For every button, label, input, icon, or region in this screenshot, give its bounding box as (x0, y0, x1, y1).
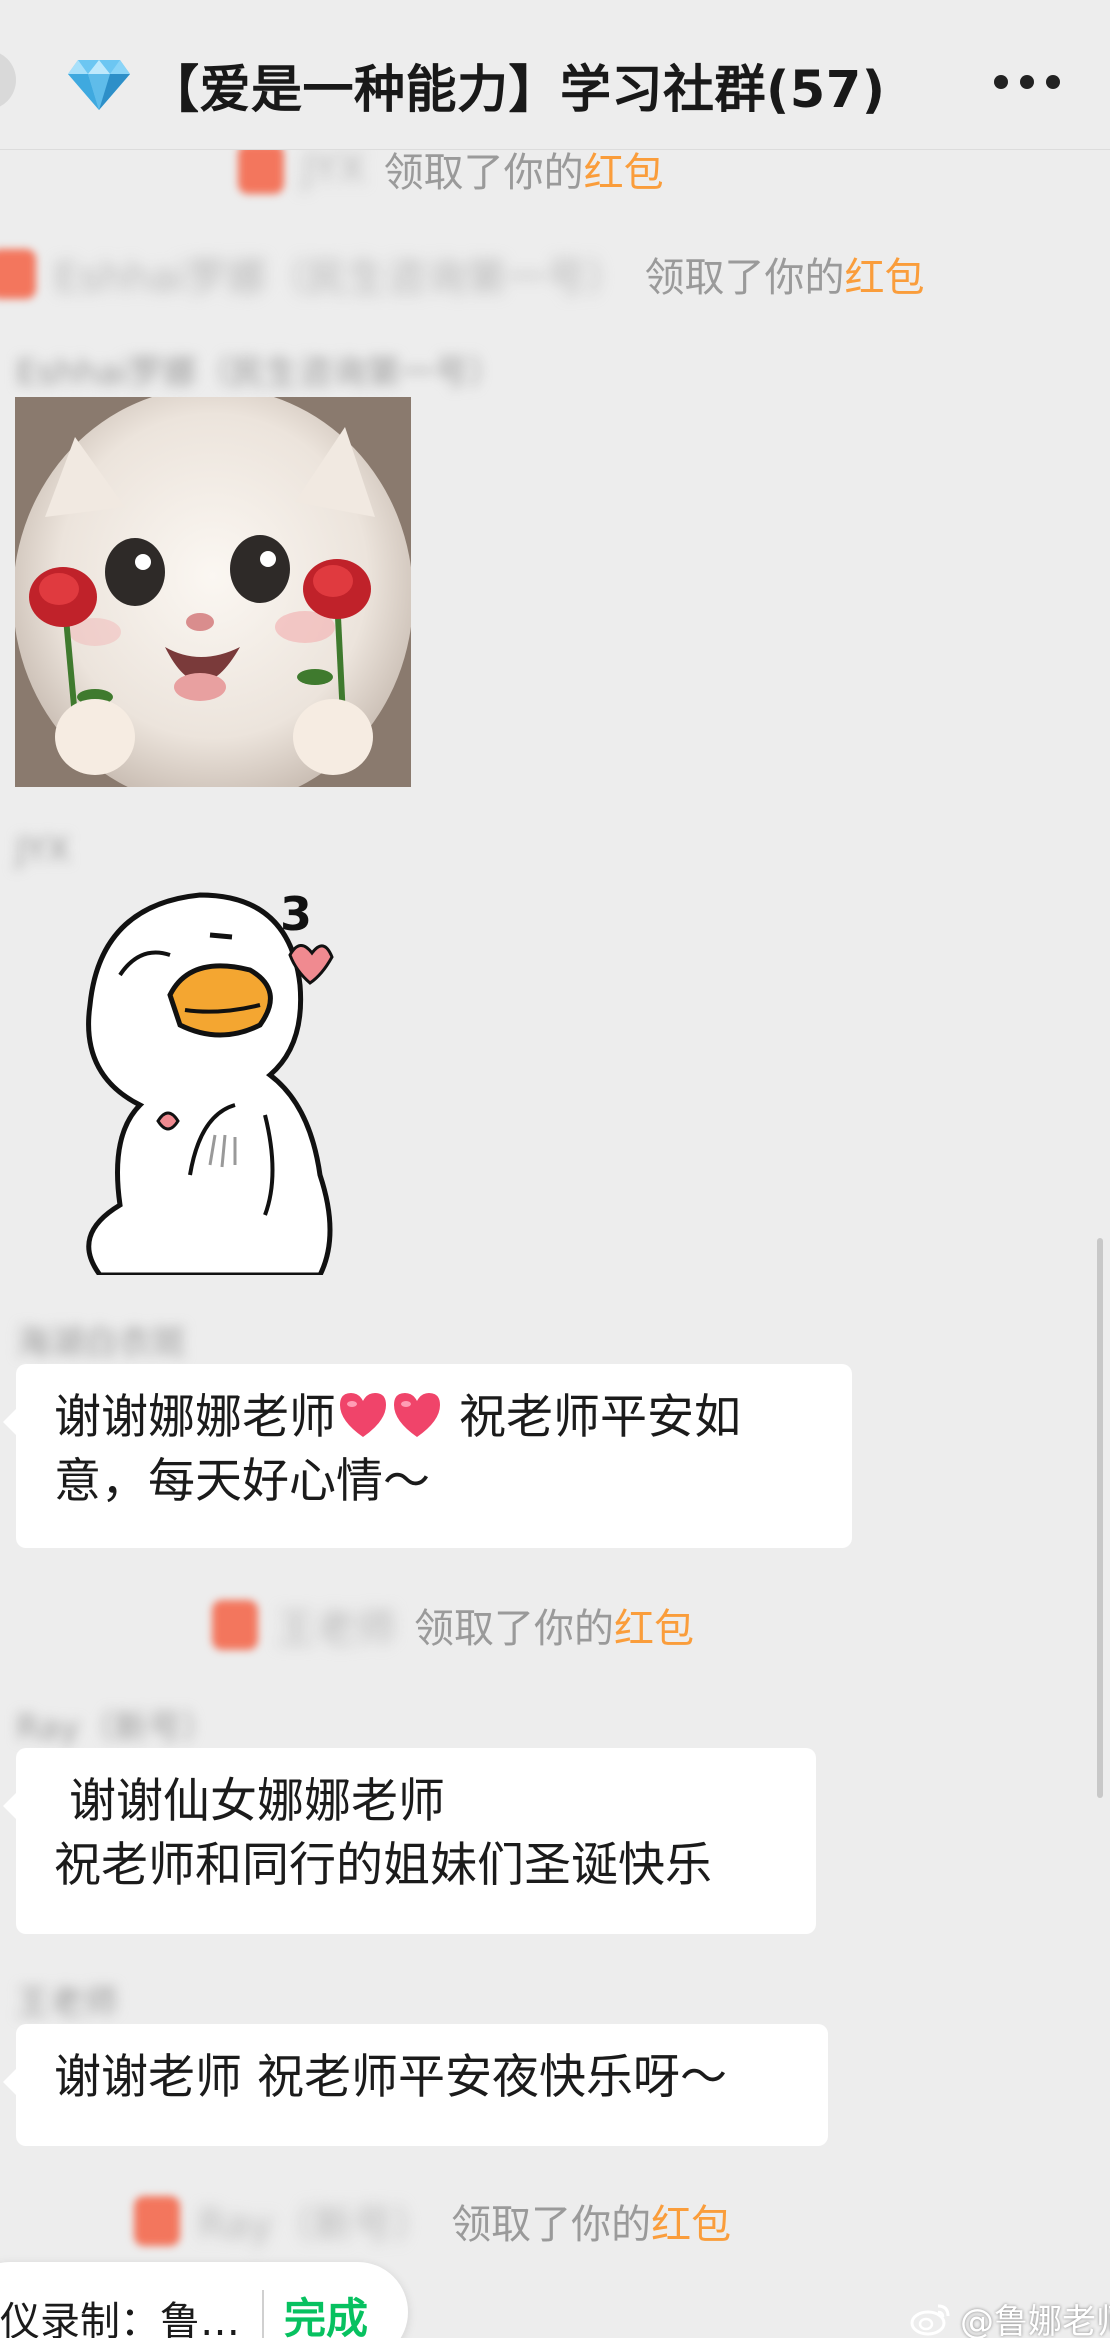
done-button[interactable]: 完成 (284, 2285, 368, 2338)
message-line: 谢谢娜娜老师 祝老师平安如 (54, 1390, 741, 1445)
recording-label: 仪录制：鲁… (0, 2299, 240, 2338)
blurred-name: Eshhai罗娜（民生咨询第一号） (54, 255, 627, 301)
sender-name: 王老师 (16, 1983, 118, 2023)
heart-icon (340, 1393, 386, 1437)
cat-sticker[interactable] (15, 397, 411, 787)
message-bubble[interactable]: 谢谢仙女娜娜老师 祝老师和同行的姐妹们圣诞快乐 (3, 1748, 816, 1934)
divider (262, 2290, 264, 2338)
system-text: 领取了你的 (414, 1606, 614, 1652)
sender-name: JYX (16, 830, 71, 870)
chat-header: 【爱是一种能力】学习社群(57) (0, 0, 1110, 150)
duck-sticker[interactable]: 3 (60, 875, 410, 1275)
scrollbar[interactable] (1097, 1238, 1103, 1798)
system-message: Eshhai罗娜（民生咨询第一号） 领取了你的 红包 (0, 245, 924, 303)
blurred-name: Ray（新号） (198, 2202, 434, 2248)
heart-icon (394, 1393, 440, 1437)
red-packet-icon (0, 249, 36, 299)
red-packet-link[interactable]: 红包 (614, 1596, 694, 1654)
watermark-text: @鲁娜老师 (960, 2302, 1110, 2338)
page-title: 【爱是一种能力】学习社群(57) (148, 61, 886, 120)
system-message: 王老师 领取了你的 红包 (212, 1596, 694, 1654)
sender-name: Ray（新号） (16, 1708, 216, 1748)
red-packet-icon (212, 1600, 258, 1650)
cat-with-roses-image (15, 397, 411, 787)
back-icon[interactable] (0, 50, 16, 110)
weibo-icon (910, 2304, 950, 2335)
message-line: 意，每天好心情～ (54, 1454, 430, 1509)
red-packet-link[interactable]: 红包 (651, 2192, 731, 2250)
sender-name: Eshhai罗娜（民生咨询第一号） (16, 353, 503, 393)
system-text: 领取了你的 (451, 2202, 652, 2248)
watermark: @鲁娜老师 (910, 2294, 1110, 2338)
blurred-name: JYX (302, 146, 366, 192)
red-packet-icon (238, 144, 284, 194)
message-line: 谢谢仙女娜娜老师 (54, 1774, 445, 1829)
message-line: 谢谢老师 祝老师平安夜快乐呀～ (54, 2050, 727, 2105)
system-text: 领取了你的 (644, 255, 845, 301)
system-message: Ray（新号） 领取了你的 红包 (134, 2192, 731, 2250)
blurred-name: 王老师 (276, 1606, 396, 1652)
message-bubble[interactable]: 谢谢老师 祝老师平安夜快乐呀～ (3, 2024, 828, 2146)
more-icon[interactable] (994, 64, 1060, 100)
diamond-icon (68, 60, 130, 110)
red-packet-link[interactable]: 红包 (844, 245, 924, 303)
message-bubble[interactable]: 谢谢娜娜老师 祝老师平安如 意，每天好心情～ (3, 1364, 852, 1548)
message-line: 祝老师和同行的姐妹们圣诞快乐 (54, 1838, 712, 1893)
sender-name: 海湖白衣斑 (16, 1323, 186, 1363)
svg-text:3: 3 (280, 887, 312, 941)
red-packet-icon (134, 2196, 180, 2246)
